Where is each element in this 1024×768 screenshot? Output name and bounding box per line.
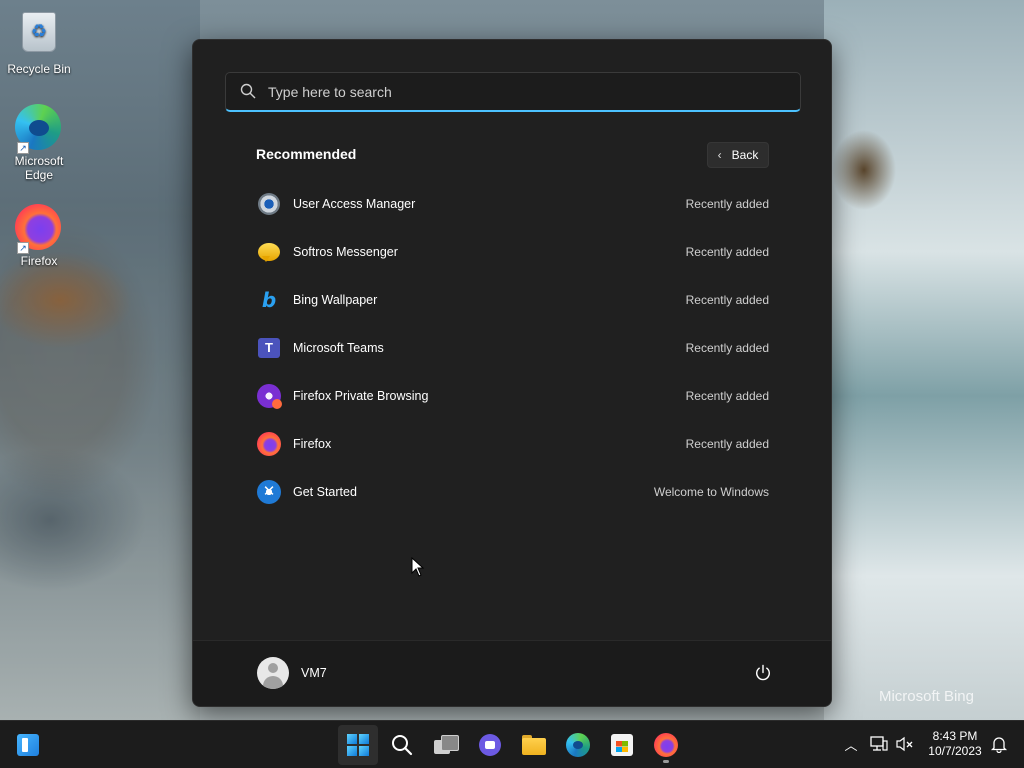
recommended-title: Recommended xyxy=(256,146,357,162)
avatar xyxy=(257,657,289,689)
desktop-icon-label: Microsoft Edge xyxy=(14,154,64,182)
get-started-icon xyxy=(257,480,281,504)
edge-icon: ↗ xyxy=(15,104,63,154)
list-item[interactable]: Get Started Welcome to Windows xyxy=(249,468,777,516)
recycle-bin-icon xyxy=(15,12,63,60)
show-hidden-icons-button[interactable]: ︿ xyxy=(840,733,862,755)
start-button[interactable] xyxy=(338,725,378,765)
taskbar: ︿ 8:43 PM 10/7/2023 xyxy=(0,720,1024,768)
mouse-cursor-icon xyxy=(411,557,425,577)
list-item[interactable]: T Microsoft Teams Recently added xyxy=(249,324,777,372)
notifications-button[interactable] xyxy=(988,733,1010,755)
back-button[interactable]: ‹ Back xyxy=(707,142,769,168)
running-indicator xyxy=(663,760,669,763)
file-explorer-button[interactable] xyxy=(514,725,554,765)
app-name: Firefox Private Browsing xyxy=(293,389,429,403)
app-name: User Access Manager xyxy=(293,197,416,211)
list-item[interactable]: Firefox Private Browsing Recently added xyxy=(249,372,777,420)
firefox-icon xyxy=(654,733,678,757)
firefox-icon xyxy=(257,432,281,456)
search-input[interactable] xyxy=(268,79,768,105)
power-button[interactable] xyxy=(747,657,779,689)
store-icon xyxy=(611,734,633,756)
list-item[interactable]: User Access Manager Recently added xyxy=(249,180,777,228)
widgets-button[interactable] xyxy=(8,725,48,765)
app-status: Recently added xyxy=(685,341,769,355)
taskbar-search-button[interactable] xyxy=(382,725,422,765)
app-status: Recently added xyxy=(685,245,769,259)
store-button[interactable] xyxy=(602,725,642,765)
search-icon xyxy=(392,735,413,756)
wallpaper-right xyxy=(824,0,1024,720)
widgets-icon xyxy=(17,734,39,756)
app-name: Get Started xyxy=(293,485,357,499)
edge-icon xyxy=(566,733,590,757)
app-status: Recently added xyxy=(685,437,769,451)
teams-icon: T xyxy=(257,336,281,360)
back-button-label: Back xyxy=(731,148,759,162)
start-menu-footer: VM7 xyxy=(193,640,831,706)
volume-button[interactable] xyxy=(894,733,916,755)
app-status: Welcome to Windows xyxy=(653,485,769,499)
user-account-button[interactable]: VM7 xyxy=(249,655,335,691)
task-view-icon xyxy=(434,735,459,755)
chevron-up-icon: ︿ xyxy=(844,738,858,754)
desktop-icon-label: Recycle Bin xyxy=(7,62,71,76)
desktop-icon-recycle-bin[interactable]: Recycle Bin xyxy=(4,8,74,76)
firefox-private-icon xyxy=(257,384,282,409)
power-icon xyxy=(756,664,770,681)
firefox-taskbar-button[interactable] xyxy=(646,725,686,765)
user-name: VM7 xyxy=(301,666,327,680)
app-name: Microsoft Teams xyxy=(293,341,384,355)
user-access-manager-icon xyxy=(257,192,281,216)
app-status: Recently added xyxy=(685,389,769,403)
chat-icon xyxy=(479,734,501,756)
chevron-left-icon: ‹ xyxy=(717,148,722,162)
app-name: Firefox xyxy=(293,437,332,451)
app-name: Bing Wallpaper xyxy=(293,293,378,307)
windows-logo-icon xyxy=(347,734,369,756)
desktop-icon-label: Firefox xyxy=(20,254,58,268)
clock-date: 10/7/2023 xyxy=(928,744,982,758)
notification-bell-icon xyxy=(990,737,1008,753)
desktop-icon-firefox[interactable]: ↗ Firefox xyxy=(4,204,74,268)
list-item[interactable]: Firefox Recently added xyxy=(249,420,777,468)
network-icon xyxy=(870,736,888,751)
bing-watermark: Microsoft Bing xyxy=(878,688,974,705)
edge-taskbar-button[interactable] xyxy=(558,725,598,765)
recommended-list: User Access Manager Recently added Softr… xyxy=(249,180,777,516)
bing-icon: b xyxy=(261,288,277,312)
app-status: Recently added xyxy=(685,293,769,307)
volume-muted-icon xyxy=(896,736,913,752)
start-menu: Recommended ‹ Back User Access Manager R… xyxy=(192,39,832,707)
network-button[interactable] xyxy=(868,733,890,755)
softros-messenger-icon xyxy=(257,240,281,264)
search-icon xyxy=(240,83,256,99)
chat-button[interactable] xyxy=(470,725,510,765)
app-status: Recently added xyxy=(685,197,769,211)
clock[interactable]: 8:43 PM 10/7/2023 xyxy=(922,729,988,759)
list-item[interactable]: b Bing Wallpaper Recently added xyxy=(249,276,777,324)
clock-time: 8:43 PM xyxy=(932,729,978,743)
folder-icon xyxy=(522,735,546,755)
app-name: Softros Messenger xyxy=(293,245,398,259)
desktop-icon-edge[interactable]: ↗ Microsoft Edge xyxy=(4,104,74,182)
firefox-icon: ↗ xyxy=(15,204,63,254)
list-item[interactable]: Softros Messenger Recently added xyxy=(249,228,777,276)
task-view-button[interactable] xyxy=(426,725,466,765)
start-search-box[interactable] xyxy=(225,72,801,112)
